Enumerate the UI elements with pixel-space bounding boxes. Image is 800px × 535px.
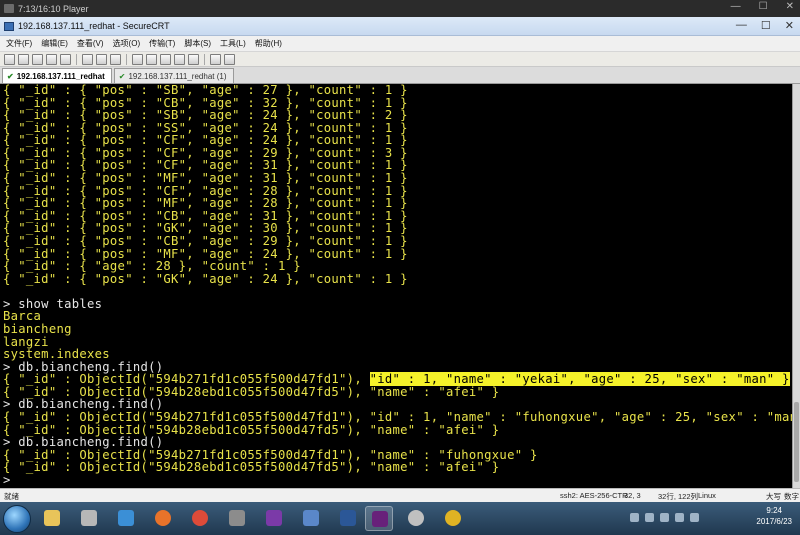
terminal-text: { "_id" : ObjectId("594b28ebd1c055f500d4… (3, 460, 500, 475)
maximize-button[interactable]: ☐ (761, 19, 771, 32)
terminal-line: { "_id" : ObjectId("594b28ebd1c055f500d4… (0, 461, 792, 474)
help-icon[interactable] (210, 53, 221, 65)
reconnect-icon[interactable] (46, 53, 57, 65)
quick-connect-icon[interactable] (18, 53, 29, 65)
editor-taskbar-icon[interactable] (439, 506, 467, 531)
session-tab-2[interactable]: ✔ 192.168.137.111_redhat (1) (113, 68, 234, 83)
clock-date: 2017/6/23 (756, 517, 792, 526)
window-title: 192.168.137.111_redhat - SecureCRT (18, 21, 170, 31)
terminal-text: { "_id" : { "pos" : "GK", "age" : 24 }, … (3, 271, 408, 286)
player-maximize-button[interactable]: ☐ (759, 1, 768, 12)
status-size: 32行, 122列 (658, 492, 699, 501)
status-bar: 就绪 ssh2: AES-256-CTR 32, 3 32行, 122列 Lin… (0, 488, 800, 502)
paint-taskbar-icon[interactable] (402, 506, 430, 531)
terminal-line: langzi (0, 335, 792, 349)
player-close-button[interactable]: ✕ (786, 1, 794, 12)
sftp-icon[interactable] (174, 53, 185, 65)
player-icon (4, 4, 14, 13)
tray-icon[interactable] (660, 513, 669, 522)
volume-icon[interactable] (690, 513, 699, 522)
terminal-output[interactable]: { "_id" : { "pos" : "SB", "age" : 27 }, … (0, 84, 792, 488)
toolbar (0, 51, 800, 67)
status-caps: 大写 (766, 492, 781, 501)
visual-studio-taskbar-icon[interactable] (365, 506, 393, 531)
session-tabs: ✔ 192.168.137.111_redhat ✔ 192.168.137.1… (0, 67, 800, 84)
copy-icon[interactable] (82, 53, 93, 65)
word-taskbar-icon[interactable] (334, 506, 362, 531)
tab-label: 192.168.137.111_redhat (16, 71, 105, 81)
terminal-line: Barca (0, 310, 792, 323)
status-os: Linux (698, 491, 716, 500)
menu-edit[interactable]: 编辑(E) (41, 38, 68, 49)
taskbar: 9:24 2017/6/23 (0, 502, 800, 535)
connect-icon[interactable] (4, 53, 15, 65)
settings-icon[interactable] (146, 53, 157, 65)
securecrt-app-icon (4, 21, 14, 31)
session-tab-1[interactable]: ✔ 192.168.137.111_redhat (2, 68, 112, 83)
tray-icon[interactable] (645, 513, 654, 522)
connected-check-icon: ✔ (7, 71, 14, 81)
onenote-taskbar-icon[interactable] (260, 506, 288, 531)
firefox-taskbar-icon[interactable] (149, 506, 177, 531)
keymap-icon[interactable] (188, 53, 199, 65)
connect-tab-icon[interactable] (32, 53, 43, 65)
find-icon[interactable] (110, 53, 121, 65)
connected-check-icon: ✔ (118, 71, 126, 81)
terminal-line: { "_id" : { "pos" : "GK", "age" : 24 }, … (0, 271, 792, 286)
toolbar-separator (204, 53, 205, 65)
network-icon[interactable] (675, 513, 684, 522)
terminal-line: biancheng (0, 323, 792, 336)
start-button[interactable] (3, 505, 31, 533)
disconnect-icon[interactable] (60, 53, 71, 65)
media-taskbar-icon[interactable] (75, 506, 103, 531)
baidu-taskbar-icon[interactable] (112, 506, 140, 531)
toolbar-separator (126, 53, 127, 65)
global-options-icon[interactable] (160, 53, 171, 65)
player-title: 7:13/16:10 Player (18, 3, 89, 14)
player-minimize-button[interactable]: — (731, 1, 741, 12)
explorer-taskbar-icon[interactable] (38, 506, 66, 531)
clock-time: 9:24 (766, 506, 782, 515)
scrollbar-thumb[interactable] (794, 402, 799, 482)
menu-script[interactable]: 脚本(S) (184, 38, 211, 49)
toolbar-separator (76, 53, 77, 65)
menu-help[interactable]: 帮助(H) (255, 38, 282, 49)
clock[interactable]: 9:24 2017/6/23 (756, 505, 792, 527)
status-num: 数字 (784, 492, 799, 501)
menu-options[interactable]: 选项(O) (113, 38, 141, 49)
menu-file[interactable]: 文件(F) (6, 38, 32, 49)
paste-icon[interactable] (96, 53, 107, 65)
system-tray (630, 513, 699, 522)
menu-tools[interactable]: 工具(L) (220, 38, 246, 49)
about-icon[interactable] (224, 53, 235, 65)
status-cipher: ssh2: AES-256-CTR (560, 491, 628, 500)
tab-label: 192.168.137.111_redhat (1) (128, 71, 227, 81)
player-title-bar: 7:13/16:10 Player — ☐ ✕ (0, 0, 800, 17)
terminal-scrollbar[interactable] (792, 84, 800, 488)
securecrt-taskbar-icon[interactable] (297, 506, 325, 531)
status-cursor: 32, 3 (624, 491, 641, 500)
app-taskbar-icon[interactable] (223, 506, 251, 531)
minimize-button[interactable]: — (736, 19, 747, 32)
print-icon[interactable] (132, 53, 143, 65)
terminal-text: > (3, 472, 11, 487)
menu-transfer[interactable]: 传输(T) (149, 38, 175, 49)
close-button[interactable]: ✕ (785, 19, 794, 32)
tray-icon[interactable] (630, 513, 639, 522)
chrome-taskbar-icon[interactable] (186, 506, 214, 531)
terminal-line: > show tables (0, 298, 792, 311)
terminal-line: > (0, 474, 792, 487)
window-title-bar: 192.168.137.111_redhat - SecureCRT — ☐ ✕ (0, 17, 800, 36)
status-ready: 就绪 (4, 492, 19, 501)
menu-view[interactable]: 查看(V) (77, 38, 104, 49)
menu-bar: 文件(F) 编辑(E) 查看(V) 选项(O) 传输(T) 脚本(S) 工具(L… (0, 36, 800, 51)
